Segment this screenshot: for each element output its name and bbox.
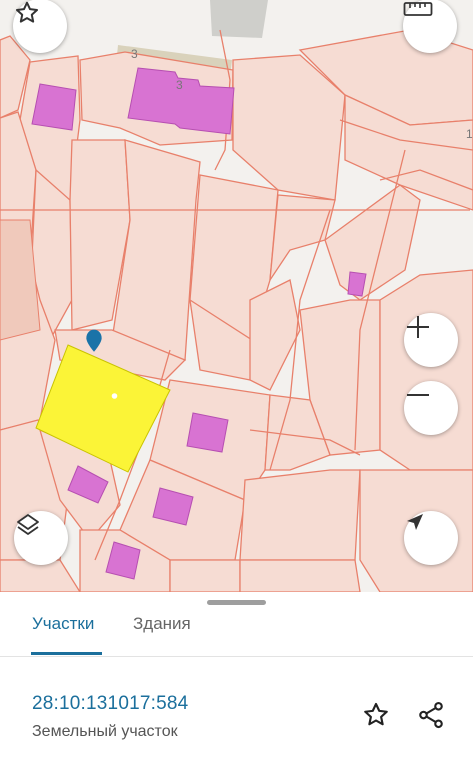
share-button[interactable] [414,698,448,732]
layers-icon [17,514,39,535]
tab-bar: Участки Здания [0,604,473,656]
bottom-sheet: Участки Здания 28:10:131017:584 Земельны… [0,592,473,767]
ruler-button[interactable] [403,0,457,53]
cadastral-map[interactable]: 3 3 1 [0,0,473,592]
favorite-button[interactable] [359,698,393,732]
parcel-label-2: 3 [176,78,183,92]
star-icon [15,1,39,23]
parcel-type: Земельный участок [32,723,178,740]
share-icon [419,701,443,729]
zoom-out-button[interactable] [404,381,458,435]
plus-icon [407,316,429,338]
parcel-label-3: 1 [466,127,473,141]
star-outline-icon [364,702,388,726]
minus-icon [407,394,429,396]
parcel-label-1: 3 [131,47,138,61]
layers-button[interactable] [14,511,68,565]
zoom-in-button[interactable] [404,313,458,367]
map-canvas[interactable]: 3 3 1 [0,0,473,592]
gray-building [210,0,268,38]
tab-buildings[interactable]: Здания [133,614,191,634]
navigation-arrow-icon [407,514,423,530]
favorite-map-button[interactable] [13,0,67,53]
cadastral-number[interactable]: 28:10:131017:584 [32,693,188,715]
locate-button[interactable] [404,511,458,565]
divider [0,656,473,657]
active-tab-indicator [31,652,102,655]
tab-parcels[interactable]: Участки [32,614,94,634]
ruler-icon [403,2,433,16]
